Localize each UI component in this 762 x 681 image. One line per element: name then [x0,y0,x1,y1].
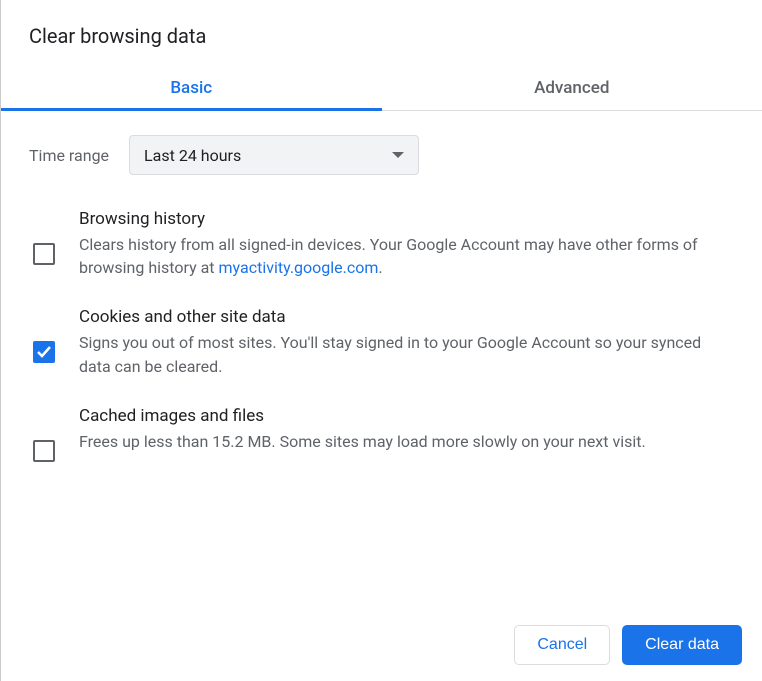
time-range-select[interactable]: Last 24 hours [129,135,419,175]
checkbox-cookies[interactable] [33,341,55,363]
option-desc: Signs you out of most sites. You'll stay… [79,331,734,377]
time-range-label: Time range [29,146,109,165]
option-desc-suffix: . [378,258,382,277]
time-range-row: Time range Last 24 hours [1,111,762,195]
checkbox-browsing-history[interactable] [33,243,55,265]
clear-data-button[interactable]: Clear data [622,625,742,665]
time-range-selected: Last 24 hours [144,146,241,165]
chevron-down-icon [392,152,404,158]
tabs: Basic Advanced [1,64,762,111]
option-cached: Cached images and files Frees up less th… [29,396,738,480]
option-desc: Frees up less than 15.2 MB. Some sites m… [79,430,734,453]
option-cookies: Cookies and other site data Signs you ou… [29,297,738,395]
option-title: Cached images and files [79,406,734,426]
option-browsing-history: Browsing history Clears history from all… [29,199,738,297]
option-body: Cookies and other site data Signs you ou… [79,307,734,377]
myactivity-link[interactable]: myactivity.google.com [219,258,379,277]
tab-advanced[interactable]: Advanced [382,64,762,110]
option-body: Cached images and files Frees up less th… [79,406,734,453]
option-desc-text: Clears history from all signed-in device… [79,235,698,277]
option-title: Cookies and other site data [79,307,734,327]
checkbox-cached[interactable] [33,440,55,462]
options-list: Browsing history Clears history from all… [1,195,762,609]
option-desc: Clears history from all signed-in device… [79,233,734,279]
dialog-footer: Cancel Clear data [1,609,762,681]
tab-basic[interactable]: Basic [1,64,382,110]
option-title: Browsing history [79,209,734,229]
option-body: Browsing history Clears history from all… [79,209,734,279]
clear-browsing-data-dialog: Clear browsing data Basic Advanced Time … [0,0,762,681]
dialog-title: Clear browsing data [1,0,762,64]
cancel-button[interactable]: Cancel [514,625,610,665]
